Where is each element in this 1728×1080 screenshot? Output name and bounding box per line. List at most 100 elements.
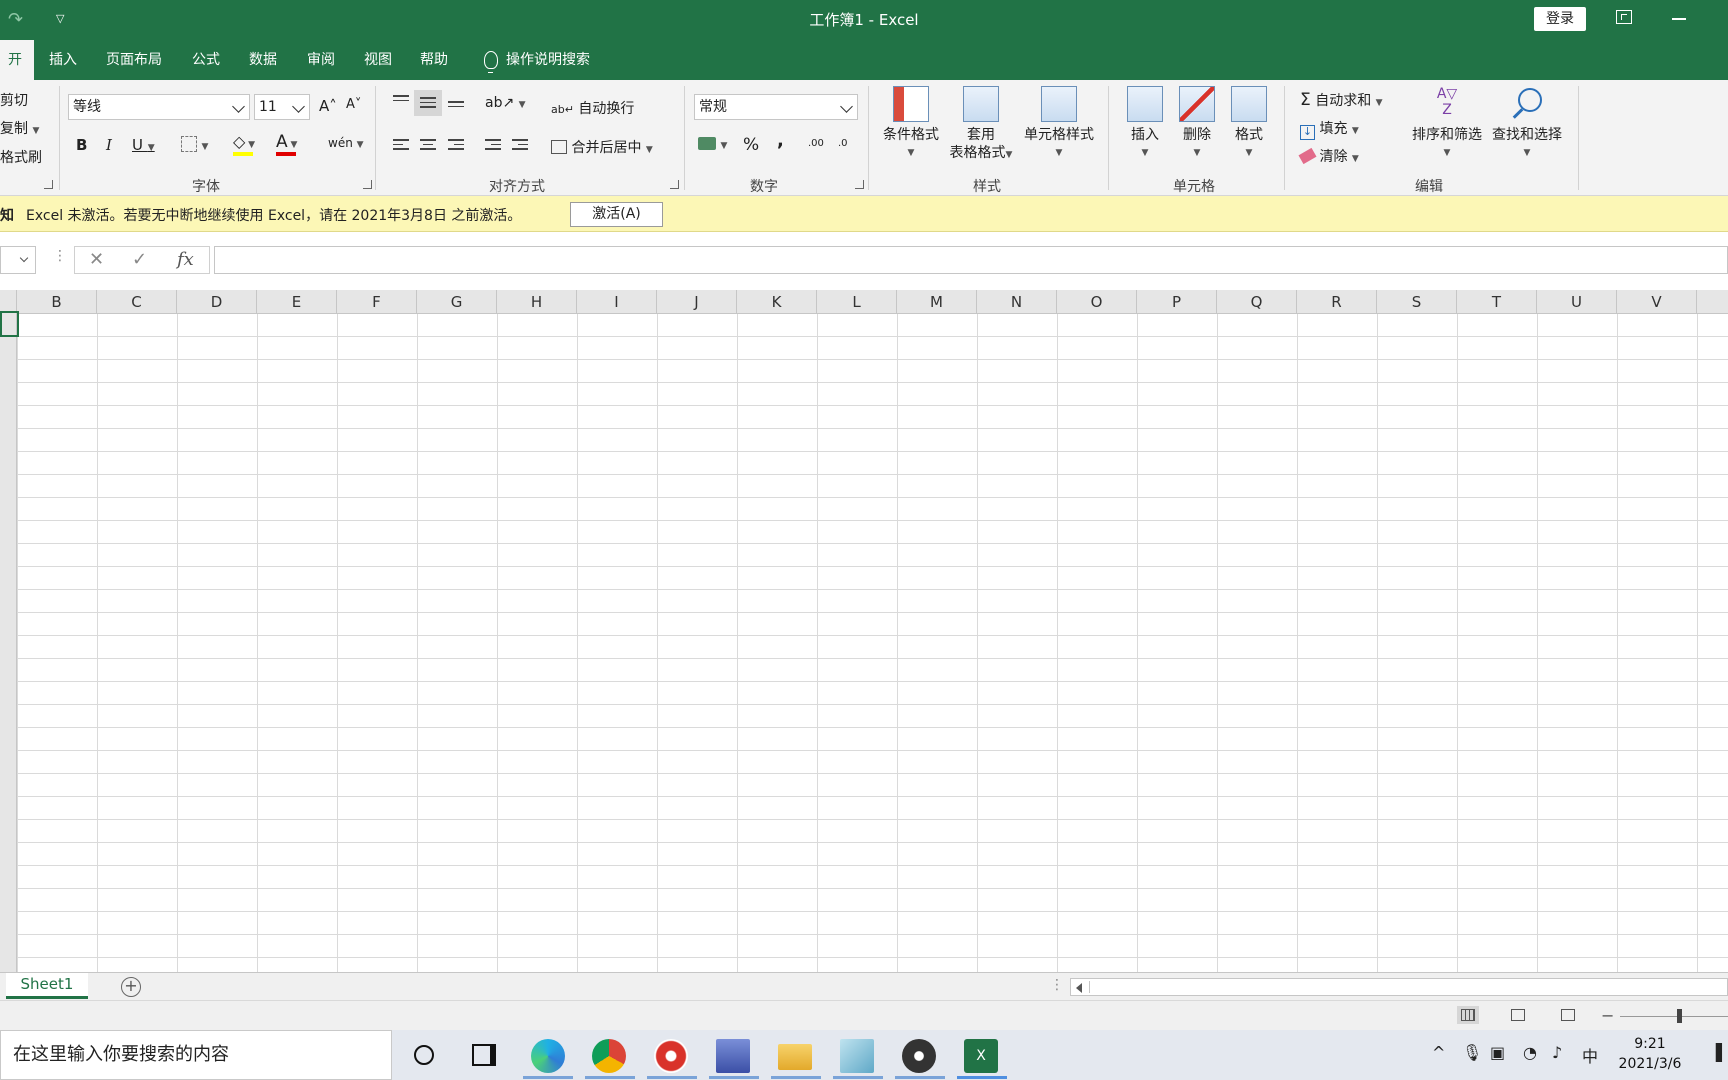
obs-icon[interactable]: [902, 1039, 936, 1073]
active-cell[interactable]: [0, 311, 19, 337]
column-header[interactable]: J: [657, 290, 737, 314]
wrap-text-button[interactable]: ab↵ 自动换行: [551, 98, 634, 118]
tell-me-search[interactable]: 操作说明搜索: [484, 40, 590, 80]
copy-button[interactable]: 复制 ▼: [0, 118, 39, 138]
sort-filter-button[interactable]: A▽ Z 排序和筛选 ▼: [1408, 86, 1486, 162]
notepad-icon[interactable]: [840, 1039, 874, 1073]
accounting-format-button[interactable]: ▼: [698, 136, 727, 152]
delete-cells-button[interactable]: 删除 ▼: [1175, 86, 1219, 162]
column-header[interactable]: G: [417, 290, 497, 314]
scroll-left-icon[interactable]: [1076, 983, 1082, 993]
decrease-indent-button[interactable]: [485, 136, 501, 157]
font-name-select[interactable]: 等线: [68, 94, 250, 120]
increase-indent-button[interactable]: [512, 136, 528, 157]
orientation-button[interactable]: ab↗ ▼: [485, 95, 526, 111]
tab-home[interactable]: 开始: [0, 40, 34, 108]
column-header[interactable]: N: [977, 290, 1057, 314]
column-header[interactable]: S: [1377, 290, 1457, 314]
grow-font-button[interactable]: A˄: [319, 97, 337, 115]
file-explorer-icon[interactable]: [778, 1044, 812, 1070]
microphone-icon[interactable]: 🎙: [1462, 1043, 1482, 1062]
horizontal-scrollbar[interactable]: [1070, 978, 1728, 996]
confirm-entry-icon[interactable]: ✓: [132, 249, 147, 270]
row-headers[interactable]: [0, 314, 17, 974]
column-header[interactable]: M: [897, 290, 977, 314]
format-cells-button[interactable]: 格式 ▼: [1227, 86, 1271, 162]
column-header[interactable]: E: [257, 290, 337, 314]
ribbon-display-options-icon[interactable]: [1616, 10, 1632, 24]
find-select-button[interactable]: 查找和选择 ▼: [1488, 86, 1566, 162]
name-box[interactable]: [0, 246, 36, 274]
insert-cells-button[interactable]: 插入 ▼: [1123, 86, 1167, 162]
clear-button[interactable]: 清除 ▼: [1298, 146, 1359, 166]
formula-input[interactable]: [214, 246, 1728, 274]
scroll-thumb[interactable]: [1089, 981, 1699, 993]
column-header[interactable]: L: [817, 290, 897, 314]
ime-indicator[interactable]: 中: [1582, 1043, 1598, 1067]
show-hidden-icons-icon[interactable]: ^: [1432, 1043, 1445, 1062]
autosum-button[interactable]: Σ 自动求和 ▼: [1300, 90, 1383, 110]
edge-icon[interactable]: [531, 1039, 565, 1073]
notification-icon[interactable]: ▌: [1716, 1043, 1728, 1062]
alignment-launcher-icon[interactable]: [670, 180, 679, 189]
activate-button[interactable]: 激活(A): [570, 202, 663, 227]
wifi-icon[interactable]: ◔: [1523, 1043, 1537, 1062]
font-launcher-icon[interactable]: [363, 180, 372, 189]
comma-style-button[interactable]: ,: [777, 130, 784, 151]
resize-handle-icon[interactable]: ⋮: [53, 248, 67, 264]
tab-insert[interactable]: 插入: [49, 40, 77, 80]
zoom-out-icon[interactable]: −: [1601, 1006, 1614, 1025]
column-header[interactable]: V: [1617, 290, 1697, 314]
percent-button[interactable]: %: [743, 135, 759, 155]
split-handle-icon[interactable]: ⋮: [1050, 977, 1064, 993]
cortana-icon[interactable]: [414, 1045, 434, 1065]
system-clock[interactable]: 9:21 2021/3/6: [1610, 1034, 1690, 1074]
normal-view-button[interactable]: [1457, 1006, 1479, 1024]
align-left-button[interactable]: [393, 136, 409, 157]
italic-button[interactable]: I: [106, 136, 112, 154]
shrink-font-button[interactable]: A˅: [346, 97, 361, 112]
increase-decimal-button[interactable]: .00: [808, 138, 824, 149]
column-header[interactable]: C: [97, 290, 177, 314]
column-header[interactable]: I: [577, 290, 657, 314]
tab-formulas[interactable]: 公式: [192, 40, 220, 80]
column-header[interactable]: Q: [1217, 290, 1297, 314]
insert-function-icon[interactable]: fx: [177, 249, 194, 270]
sign-in-button[interactable]: 登录: [1534, 7, 1586, 31]
column-header[interactable]: O: [1057, 290, 1137, 314]
tab-help[interactable]: 帮助: [420, 40, 448, 80]
number-format-select[interactable]: 常规: [694, 94, 858, 120]
fill-button[interactable]: ↓ 填充 ▼: [1300, 118, 1359, 140]
column-header[interactable]: P: [1137, 290, 1217, 314]
minimize-icon[interactable]: [1672, 18, 1686, 20]
cancel-entry-icon[interactable]: ✕: [89, 249, 104, 270]
column-header[interactable]: U: [1537, 290, 1617, 314]
taskbar-search-box[interactable]: 在这里输入你要搜索的内容: [0, 1030, 392, 1080]
bottom-align-button[interactable]: [448, 98, 464, 114]
number-launcher-icon[interactable]: [855, 180, 864, 189]
add-sheet-icon[interactable]: +: [121, 977, 141, 997]
font-color-button[interactable]: A ▼: [276, 132, 297, 156]
zoom-slider-thumb[interactable]: [1677, 1009, 1682, 1023]
sheet-tab[interactable]: Sheet1: [6, 973, 88, 999]
middle-align-button[interactable]: [420, 94, 436, 115]
column-header[interactable]: H: [497, 290, 577, 314]
page-break-view-button[interactable]: [1557, 1006, 1579, 1024]
borders-button[interactable]: ▼: [181, 136, 208, 153]
worksheet-grid[interactable]: [0, 314, 1728, 974]
conditional-formatting-button[interactable]: 条件格式 ▼: [880, 86, 942, 162]
tab-data[interactable]: 数据: [249, 40, 277, 80]
format-painter-button[interactable]: 格式刷: [0, 147, 42, 167]
column-header[interactable]: B: [17, 290, 97, 314]
align-right-button[interactable]: [448, 136, 464, 157]
column-header[interactable]: D: [177, 290, 257, 314]
excel-taskbar-icon[interactable]: X: [964, 1039, 998, 1073]
tab-review[interactable]: 审阅: [307, 40, 335, 80]
cut-button[interactable]: 剪切: [0, 90, 28, 110]
underline-button[interactable]: U ▼: [132, 136, 155, 154]
align-center-button[interactable]: [420, 136, 436, 157]
snail-app-icon[interactable]: [654, 1039, 688, 1073]
clipboard-launcher-icon[interactable]: [44, 180, 53, 189]
phonetic-guide-button[interactable]: wén ▼: [328, 136, 364, 150]
top-align-button[interactable]: [393, 92, 409, 108]
